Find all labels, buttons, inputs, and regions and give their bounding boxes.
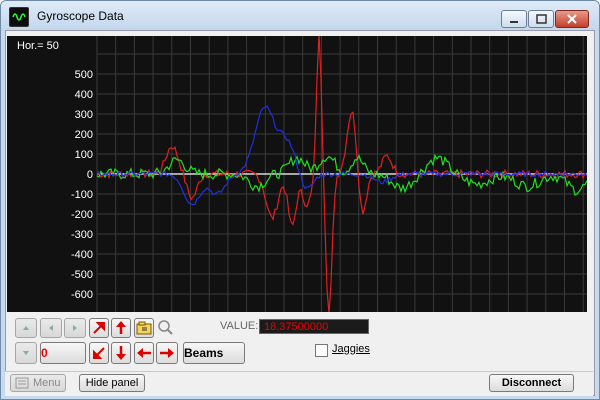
hide-panel-button[interactable]: Hide panel: [79, 374, 145, 392]
move-left-button[interactable]: [134, 342, 154, 364]
zoom-button[interactable]: [156, 318, 176, 338]
arrow-down-icon: [116, 346, 126, 360]
zoom-icon: [158, 320, 173, 335]
jaggies-label[interactable]: Jaggies: [332, 343, 370, 355]
title-bar[interactable]: Gyroscope Data: [1, 1, 599, 31]
window-title: Gyroscope Data: [37, 9, 124, 23]
disconnect-label: Disconnect: [501, 377, 562, 389]
value-label: VALUE:: [220, 320, 259, 332]
y-tick-label: 400: [75, 89, 93, 101]
app-icon-glyph: [12, 13, 26, 21]
y-tick-label: -500: [71, 269, 93, 281]
jaggies-checkbox[interactable]: [315, 344, 328, 357]
y-tick-label: -100: [71, 189, 93, 201]
gyro-plot: 500 400 300 200 100 0 -100 -200 -300 -400 -500 -600: [7, 33, 588, 314]
menu-button[interactable]: Menu: [10, 374, 66, 392]
maximize-icon: [536, 14, 547, 24]
move-diag-up-right-button[interactable]: [89, 318, 109, 338]
arrow-right-icon: [160, 348, 174, 358]
scroll-up-small-button[interactable]: [15, 318, 37, 338]
arrow-up-icon: [116, 321, 126, 334]
y-tick-label: 300: [75, 109, 93, 121]
y-tick-label: -200: [71, 209, 93, 221]
plot-canvas: 500 400 300 200 100 0 -100 -200 -300 -400 -500 -600: [71, 33, 588, 314]
arrow-down-small-icon: [23, 351, 29, 355]
counter-button[interactable]: 0: [40, 342, 86, 364]
arrow-left-small-icon: [49, 325, 53, 331]
move-up-button[interactable]: [111, 318, 131, 338]
move-diag-down-left-button[interactable]: [89, 342, 109, 364]
series-blue: [96, 105, 588, 206]
minimize-button[interactable]: [501, 10, 527, 28]
menu-label: Menu: [33, 377, 61, 389]
arrow-left-icon: [137, 348, 151, 358]
beams-button[interactable]: Beams: [183, 342, 245, 364]
y-tick-label: -400: [71, 249, 93, 261]
maximize-button[interactable]: [528, 10, 554, 28]
move-down-button[interactable]: [111, 342, 131, 364]
arrow-diag-down-left-icon: [93, 347, 105, 359]
scroll-down-small-button[interactable]: [15, 342, 37, 364]
disconnect-button[interactable]: Disconnect: [489, 374, 574, 392]
close-icon: [567, 14, 577, 24]
close-button[interactable]: [555, 10, 589, 28]
horizontal-scale-label: Hor.= 50: [17, 40, 59, 52]
app-icon: [9, 7, 29, 27]
y-tick-label: 200: [75, 129, 93, 141]
open-file-button[interactable]: [134, 318, 154, 338]
arrow-right-small-icon: [73, 325, 77, 331]
value-readout: 18.37500000: [259, 319, 369, 334]
move-right-button[interactable]: [156, 342, 178, 364]
hide-panel-label: Hide panel: [85, 377, 139, 389]
scroll-left-small-button[interactable]: [40, 318, 62, 338]
y-tick-label: -300: [71, 229, 93, 241]
y-tick-label: -600: [71, 289, 93, 301]
y-tick-label: 500: [75, 69, 93, 81]
open-folder-icon: [136, 321, 152, 335]
y-tick-label: 100: [75, 149, 93, 161]
minimize-icon: [510, 21, 518, 23]
scroll-right-small-button[interactable]: [64, 318, 86, 338]
menu-icon: [15, 377, 29, 389]
arrow-up-small-icon: [23, 326, 29, 330]
arrow-diag-up-right-icon: [93, 322, 105, 334]
y-tick-label: 0: [87, 169, 93, 181]
